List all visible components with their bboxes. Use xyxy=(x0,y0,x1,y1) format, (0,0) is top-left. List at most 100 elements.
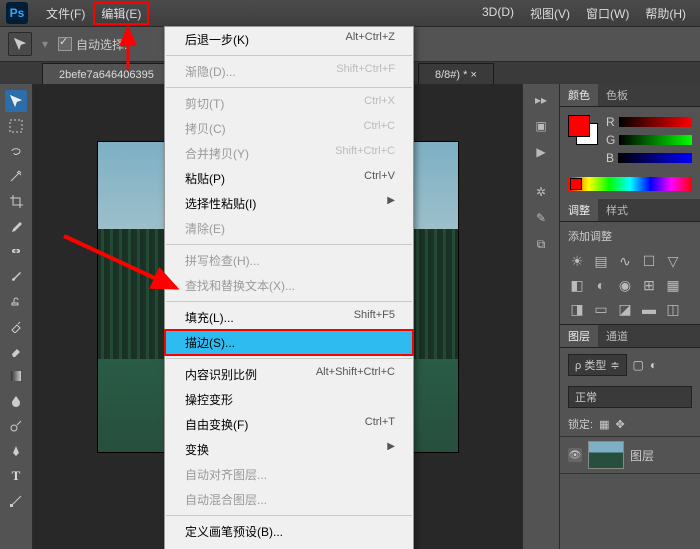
add-adjustment-label: 添加调整 xyxy=(568,228,692,244)
lock-position-icon[interactable]: ✥ xyxy=(615,418,624,431)
lock-pixels-icon[interactable]: ▦ xyxy=(599,418,609,431)
adjustment-icons: ☀ ▤ ∿ ☐ ▽ ◧ ◐ ◉ ⊞ ▦ ◨ ▭ ◪ ▬ ◫ xyxy=(568,252,692,318)
brush-panel-icon[interactable]: ✎ xyxy=(529,208,553,228)
threshold-icon[interactable]: ◪ xyxy=(616,300,634,318)
visibility-icon[interactable]: 👁 xyxy=(568,448,582,462)
vibrance-icon[interactable]: ▽ xyxy=(664,252,682,270)
filter-pixel-icon[interactable]: ▢ xyxy=(633,358,644,372)
auto-select-checkbox[interactable]: 自动选择: xyxy=(58,36,127,53)
color-panel: R G B xyxy=(560,107,700,177)
right-panels: 颜色 色板 R G B 调整 样式 添加调整 xyxy=(559,84,700,549)
fg-bg-swatch[interactable] xyxy=(568,115,598,145)
crop-tool[interactable] xyxy=(5,190,27,212)
bw-icon[interactable]: ◐ xyxy=(592,276,610,294)
menu-file[interactable]: 文件(F) xyxy=(38,2,93,25)
brush-tool[interactable] xyxy=(5,265,27,287)
lasso-tool[interactable] xyxy=(5,140,27,162)
curves-icon[interactable]: ∿ xyxy=(616,252,634,270)
menu-item[interactable]: 后退一步(K)Alt+Ctrl+Z xyxy=(165,27,413,52)
menu-edit[interactable]: 编辑(E) xyxy=(93,2,149,25)
panel-tab-color[interactable]: 颜色 xyxy=(560,84,598,106)
wheel-icon[interactable]: ✲ xyxy=(529,182,553,202)
hue-strip[interactable] xyxy=(568,177,692,191)
panel-tab-layers[interactable]: 图层 xyxy=(560,325,598,347)
collapsed-panels: ▸▸ ▣ ▶ ✲ ✎ ⧉ xyxy=(522,84,559,549)
type-tool[interactable]: T xyxy=(5,465,27,487)
menu-window[interactable]: 窗口(W) xyxy=(578,2,637,25)
clone-panel-icon[interactable]: ⧉ xyxy=(529,234,553,254)
photo-filter-icon[interactable]: ◉ xyxy=(616,276,634,294)
menu-help[interactable]: 帮助(H) xyxy=(637,2,694,25)
menu-item: 拷贝(C)Ctrl+C xyxy=(165,116,413,141)
menu-item: 清除(E) xyxy=(165,216,413,241)
menu-item: 查找和替换文本(X)... xyxy=(165,273,413,298)
menu-item[interactable]: 定义图案... xyxy=(165,544,413,549)
menu-item: 自动混合图层... xyxy=(165,487,413,512)
path-tool[interactable] xyxy=(5,490,27,512)
eyedropper-tool[interactable] xyxy=(5,215,27,237)
menu-item[interactable]: 操控变形 xyxy=(165,387,413,412)
r-label: R xyxy=(606,115,615,129)
panel-tab-channels[interactable]: 通道 xyxy=(598,325,636,347)
blur-tool[interactable] xyxy=(5,390,27,412)
strip-expand-icon[interactable]: ▸▸ xyxy=(529,90,553,110)
menu-item: 渐隐(D)...Shift+Ctrl+F xyxy=(165,59,413,84)
menu-item[interactable]: 选择性粘贴(I)▶ xyxy=(165,191,413,216)
menu-item: 拼写检查(H)... xyxy=(165,248,413,273)
gradient-map-icon[interactable]: ▬ xyxy=(640,300,658,318)
menu-item[interactable]: 粘贴(P)Ctrl+V xyxy=(165,166,413,191)
menu-view[interactable]: 视图(V) xyxy=(522,2,578,25)
menu-item[interactable]: 定义画笔预设(B)... xyxy=(165,519,413,544)
pen-tool[interactable] xyxy=(5,440,27,462)
heal-tool[interactable] xyxy=(5,240,27,262)
layer-thumbnail[interactable] xyxy=(588,441,624,469)
lookup-icon[interactable]: ▦ xyxy=(664,276,682,294)
menu-item[interactable]: 描边(S)... xyxy=(165,330,413,355)
g-slider[interactable] xyxy=(619,135,692,145)
menu-item[interactable]: 填充(L)...Shift+F5 xyxy=(165,305,413,330)
panel-tab-styles[interactable]: 样式 xyxy=(598,199,636,221)
eraser-tool[interactable] xyxy=(5,340,27,362)
document-tab-2[interactable]: 8/8#) * × xyxy=(418,63,494,86)
wand-tool[interactable] xyxy=(5,165,27,187)
menu-item: 剪切(T)Ctrl+X xyxy=(165,91,413,116)
layer-name: 图层 xyxy=(630,447,654,464)
layer-filter-kind[interactable]: ρ 类型≑ xyxy=(568,354,627,376)
g-label: G xyxy=(606,133,615,147)
levels-icon[interactable]: ▤ xyxy=(592,252,610,270)
exposure-icon[interactable]: ☐ xyxy=(640,252,658,270)
layer-row[interactable]: 👁 图层 xyxy=(560,436,700,474)
edit-menu-dropdown: 后退一步(K)Alt+Ctrl+Z 渐隐(D)...Shift+Ctrl+F 剪切(… xyxy=(164,26,414,549)
blend-mode-select[interactable]: 正常 xyxy=(568,386,692,408)
menu-item[interactable]: 自由变换(F)Ctrl+T xyxy=(165,412,413,437)
history-icon[interactable]: ▣ xyxy=(529,116,553,136)
tool-preset-button[interactable] xyxy=(8,32,32,56)
panel-tab-swatches[interactable]: 色板 xyxy=(598,84,636,106)
b-slider[interactable] xyxy=(618,153,692,163)
menu-item: 合并拷贝(Y)Shift+Ctrl+C xyxy=(165,141,413,166)
panel-tab-adjustments[interactable]: 调整 xyxy=(560,199,598,221)
hue-icon[interactable]: ◧ xyxy=(568,276,586,294)
play-icon[interactable]: ▶ xyxy=(529,142,553,162)
menu-item: 自动对齐图层... xyxy=(165,462,413,487)
menu-item[interactable]: 内容识别比例Alt+Shift+Ctrl+C xyxy=(165,362,413,387)
dodge-tool[interactable] xyxy=(5,415,27,437)
toolbox: T xyxy=(0,84,33,549)
stamp-tool[interactable] xyxy=(5,290,27,312)
gradient-tool[interactable] xyxy=(5,365,27,387)
invert-icon[interactable]: ◨ xyxy=(568,300,586,318)
channel-mixer-icon[interactable]: ⊞ xyxy=(640,276,658,294)
auto-select-label: 自动选择: xyxy=(76,36,127,53)
filter-adjust-icon[interactable]: ◐ xyxy=(650,358,657,372)
document-tab[interactable]: 2befe7a646406395 xyxy=(42,63,171,86)
history-brush-tool[interactable] xyxy=(5,315,27,337)
close-icon[interactable]: × xyxy=(470,69,476,81)
menu-3d[interactable]: 3D(D) xyxy=(474,2,522,25)
move-tool[interactable] xyxy=(5,90,27,112)
posterize-icon[interactable]: ▭ xyxy=(592,300,610,318)
selective-icon[interactable]: ◫ xyxy=(664,300,682,318)
brightness-icon[interactable]: ☀ xyxy=(568,252,586,270)
menu-item[interactable]: 变换▶ xyxy=(165,437,413,462)
r-slider[interactable] xyxy=(619,117,692,127)
marquee-tool[interactable] xyxy=(5,115,27,137)
